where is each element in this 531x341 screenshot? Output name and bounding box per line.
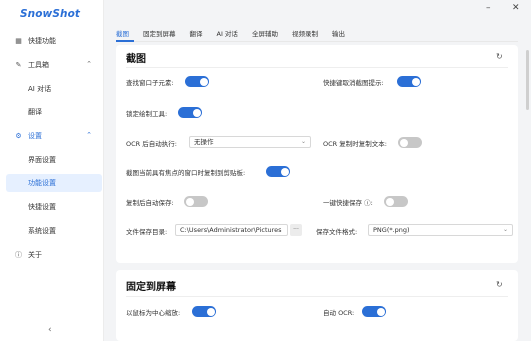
gear-icon: ⚙ [15,132,22,140]
minimize-button[interactable]: – [486,2,491,14]
lock-tool-label: 锁定绘制工具: [126,110,168,118]
auto-ocr-label: 自动 OCR: [323,309,355,317]
sidebar-item-settings[interactable]: ⚙ 设置 ⌃ [6,127,98,145]
shortcut-hint-toggle[interactable] [397,76,421,87]
tab-ai-chat[interactable]: AI 对话 [217,26,238,40]
shortcut-hint-label: 快捷键取消截图提示: [323,79,384,87]
collapse-sidebar-button[interactable]: ‹ [48,325,52,335]
close-button[interactable]: ✕ [512,2,520,14]
pin-settings-card: 固定到屏幕 ↻ 以鼠标为中心缩放: 自动 OCR: [116,270,518,341]
sidebar-item-label: 关于 [28,251,42,259]
quick-save-toggle[interactable] [384,196,408,207]
auto-save-toggle[interactable] [184,196,208,207]
refresh-icon[interactable]: ↻ [496,52,503,61]
find-children-toggle[interactable] [185,76,209,87]
sidebar: SnowShot ▦ 快捷功能 ✎ 工具箱 ⌃ AI 对话 翻译 ⚙ 设置 ⌃ … [0,0,104,341]
quick-save-label: 一键快捷保存 ⓘ: [323,199,373,207]
settings-tabs: 截图 固定到屏幕 翻译 AI 对话 全屏辅助 视频录制 输出 [116,26,518,42]
sidebar-item-feature-settings[interactable]: 功能设置 [6,174,102,192]
refresh-icon[interactable]: ↻ [496,280,503,289]
sidebar-item-ui-settings[interactable]: 界面设置 [6,151,102,169]
save-dir-label: 文件保存目录: [126,228,168,236]
tab-pin-to-screen[interactable]: 固定到屏幕 [143,26,176,40]
ocr-copy-label: OCR 复制时复制文本: [323,140,387,148]
sidebar-item-shortcuts[interactable]: ▦ 快捷功能 [6,32,98,50]
sidebar-item-ai-chat[interactable]: AI 对话 [6,80,102,98]
tab-divider [116,41,518,42]
mouse-center-zoom-toggle[interactable] [192,306,216,317]
tab-output[interactable]: 输出 [332,26,345,40]
sidebar-item-about[interactable]: ⓘ 关于 [6,246,98,264]
tab-video-record[interactable]: 视频录制 [292,26,318,40]
wrench-icon: ✎ [15,61,22,69]
ocr-after-value: 无操作 [194,138,214,146]
section-title: 固定到屏幕 [126,282,176,293]
section-divider [126,67,508,68]
chevron-down-icon: ⌄ [502,226,508,233]
active-tab-indicator [116,40,134,42]
tab-screenshot[interactable]: 截图 [116,26,129,40]
mouse-center-zoom-label: 以鼠标为中心缩放: [126,309,181,317]
save-dir-input[interactable]: C:\Users\Administrator\Pictures [175,224,288,236]
sidebar-item-translate[interactable]: 翻译 [6,103,102,121]
sidebar-item-system-settings[interactable]: 系统设置 [6,222,102,240]
lock-tool-toggle[interactable] [178,107,202,118]
auto-save-label: 复制后自动保存: [126,199,174,207]
find-children-label: 查找窗口子元素: [126,79,174,87]
sidebar-item-label: 工具箱 [28,61,49,69]
section-title: 截图 [126,54,146,65]
info-icon: ⓘ [15,251,22,259]
chevron-down-icon: ⌄ [300,138,306,145]
save-format-select[interactable]: PNG(*.png) ⌄ [368,224,513,236]
scrollbar[interactable] [526,50,529,110]
tab-fullscreen-assist[interactable]: 全屏辅助 [252,26,278,40]
sidebar-item-toolbox[interactable]: ✎ 工具箱 ⌃ [6,56,98,74]
section-divider [126,296,508,297]
chevron-up-icon: ⌃ [86,60,92,68]
chevron-up-icon: ⌃ [86,131,92,139]
copy-focus-label: 截图当前具有焦点的窗口时复制到剪贴板: [126,169,246,177]
auto-ocr-toggle[interactable] [362,306,386,317]
ocr-copy-toggle[interactable] [398,137,422,148]
save-format-label: 保存文件格式: [316,228,358,236]
sidebar-item-label: 设置 [28,132,42,140]
copy-focus-toggle[interactable] [266,166,290,177]
app-logo: SnowShot [20,8,81,20]
sidebar-item-shortcut-settings[interactable]: 快捷设置 [6,198,102,216]
save-format-value: PNG(*.png) [373,226,410,234]
ocr-after-label: OCR 后自动执行: [126,140,177,148]
browse-folder-button[interactable]: ··· [290,224,302,236]
tab-translate[interactable]: 翻译 [190,26,203,40]
screenshot-settings-card: 截图 ↻ 查找窗口子元素: 快捷键取消截图提示: 锁定绘制工具: OCR 后自动… [116,45,518,263]
ocr-after-select[interactable]: 无操作 ⌄ [189,136,311,148]
grid-icon: ▦ [15,37,22,45]
sidebar-item-label: 快捷功能 [28,37,56,45]
